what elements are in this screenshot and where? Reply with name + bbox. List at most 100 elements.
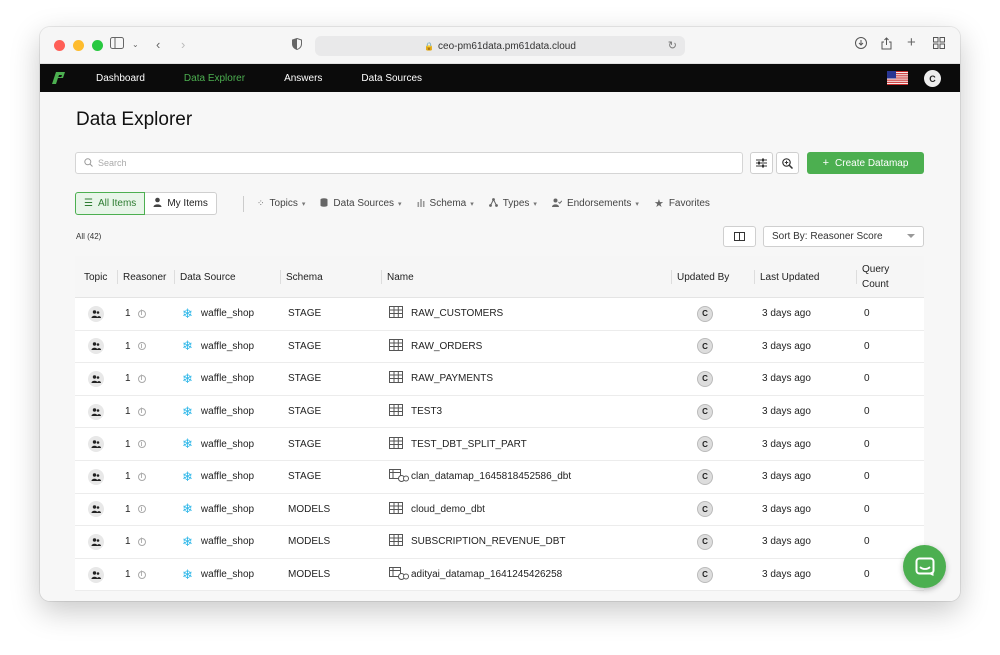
table-row[interactable]: 1 i ❄ waffle_shop MODELS cloud_demo_dbt C 3 day… (75, 494, 924, 527)
favorites-filter[interactable]: ★ Favorites (654, 197, 710, 210)
updated-by-avatar[interactable]: C (697, 305, 713, 322)
sidebar-toggle-icon[interactable] (110, 37, 124, 53)
app-logo[interactable] (50, 70, 68, 86)
table-row[interactable]: 1 i ❄ waffle_shop MODELS adityai_datamap_1641… (75, 559, 924, 592)
table-row[interactable]: 1 i ❄ waffle_shop STAGE RAW_CUSTOMERS C 3 days … (75, 298, 924, 331)
info-icon[interactable]: i (137, 342, 146, 351)
topic-users-icon[interactable] (88, 338, 104, 355)
my-items-tab[interactable]: My Items (145, 192, 217, 215)
item-name[interactable]: TEST_DBT_SPLIT_PART (411, 439, 527, 450)
updated-by-avatar[interactable]: C (697, 468, 713, 485)
updated-by-avatar[interactable]: C (697, 370, 713, 387)
info-icon[interactable]: i (137, 537, 146, 546)
chevron-down-icon[interactable]: ⌄ (132, 37, 139, 53)
create-datamap-button[interactable]: + Create Datamap (807, 152, 924, 174)
data-source-name[interactable]: waffle_shop (201, 439, 254, 450)
info-icon[interactable]: i (137, 440, 146, 449)
close-window-button[interactable] (54, 40, 65, 51)
reload-icon[interactable]: ↻ (668, 39, 677, 52)
data-source-name[interactable]: waffle_shop (201, 341, 254, 352)
topics-filter[interactable]: ⁘ Topics ▾ (257, 198, 305, 209)
updated-by-avatar[interactable]: C (697, 566, 713, 583)
forward-arrow-icon[interactable]: › (181, 37, 185, 53)
data-source-name[interactable]: waffle_shop (201, 373, 254, 384)
data-source-name[interactable]: waffle_shop (201, 406, 254, 417)
nav-data-sources[interactable]: Data Sources (361, 73, 422, 84)
data-source-name[interactable]: waffle_shop (201, 569, 254, 580)
header-name[interactable]: Name (381, 256, 414, 298)
updated-by-avatar[interactable]: C (697, 403, 713, 420)
topic-users-icon[interactable] (88, 566, 104, 583)
nav-data-explorer[interactable]: Data Explorer (184, 73, 245, 84)
topic-users-icon[interactable] (88, 436, 104, 453)
topic-users-icon[interactable] (88, 468, 104, 485)
header-topic[interactable]: Topic (84, 256, 107, 298)
search-box[interactable] (75, 152, 743, 174)
download-icon[interactable] (855, 37, 867, 53)
info-icon[interactable]: i (137, 472, 146, 481)
item-name[interactable]: SUBSCRIPTION_REVENUE_DBT (411, 536, 565, 547)
topic-users-icon[interactable] (88, 533, 104, 550)
back-arrow-icon[interactable]: ‹ (156, 37, 160, 53)
data-source-name[interactable]: waffle_shop (201, 471, 254, 482)
table-row[interactable]: 1 i ❄ waffle_shop MODELS SUBSCRIPTION_REVENUE… (75, 526, 924, 559)
table-row[interactable]: 1 i ❄ waffle_shop STAGE RAW_ORDERS C 3 days ago… (75, 331, 924, 364)
table-row[interactable]: 1 i ❄ waffle_shop STAGE clan_datamap_16458184… (75, 461, 924, 494)
info-icon[interactable]: i (137, 407, 146, 416)
topic-users-icon[interactable] (88, 501, 104, 518)
data-sources-filter[interactable]: Data Sources ▾ (320, 198, 402, 209)
header-data-source[interactable]: Data Source (174, 256, 236, 298)
tab-overview-icon[interactable] (933, 37, 945, 53)
updated-by-avatar[interactable]: C (697, 436, 713, 453)
header-schema[interactable]: Schema (280, 256, 323, 298)
address-bar[interactable]: 🔒 ceo-pm61data.pm61data.cloud ↻ (315, 36, 685, 56)
schema-filter[interactable]: Schema ▾ (417, 198, 474, 209)
table-row[interactable]: 1 i ❄ waffle_shop STAGE TEST3 C 3 days ago 0 (75, 396, 924, 429)
nav-answers[interactable]: Answers (284, 73, 322, 84)
search-input[interactable] (98, 158, 698, 168)
shield-icon[interactable] (292, 37, 302, 54)
topic-users-icon[interactable] (88, 370, 104, 387)
user-avatar[interactable]: C (924, 70, 941, 87)
types-filter[interactable]: Types ▾ (488, 198, 537, 209)
filter-settings-button[interactable] (750, 152, 773, 174)
data-source-name[interactable]: waffle_shop (201, 308, 254, 319)
header-reasoner[interactable]: Reasoner (116, 256, 166, 298)
info-icon[interactable]: i (137, 570, 146, 579)
new-tab-icon[interactable]: + (907, 35, 916, 51)
topic-users-icon[interactable] (88, 305, 104, 322)
endorsements-filter[interactable]: Endorsements ▾ (551, 198, 639, 209)
header-query-count[interactable]: Query Count (855, 256, 889, 298)
all-items-tab[interactable]: ☰ All Items (75, 192, 146, 215)
table-row[interactable]: 1 i ❄ waffle_shop STAGE TEST_DBT_SPLIT_PART C 3… (75, 428, 924, 461)
header-last-updated[interactable]: Last Updated (754, 256, 820, 298)
table-row[interactable]: 1 i ❄ waffle_shop STAGE RAW_PAYMENTS C 3 days a… (75, 363, 924, 396)
updated-by-avatar[interactable]: C (697, 533, 713, 550)
share-icon[interactable] (881, 37, 892, 54)
maximize-window-button[interactable] (92, 40, 103, 51)
item-name[interactable]: TEST3 (411, 406, 442, 417)
info-icon[interactable]: i (137, 505, 146, 514)
us-flag-icon[interactable] (887, 71, 908, 85)
header-updated-by[interactable]: Updated By (670, 256, 729, 298)
topic-users-icon[interactable] (88, 403, 104, 420)
minimize-window-button[interactable] (73, 40, 84, 51)
data-sources-filter-label: Data Sources (333, 198, 395, 209)
item-name[interactable]: RAW_PAYMENTS (411, 373, 493, 384)
nav-dashboard[interactable]: Dashboard (96, 73, 145, 84)
data-source-name[interactable]: waffle_shop (201, 536, 254, 547)
item-name[interactable]: clan_datamap_1645818452586_dbt (411, 471, 571, 482)
columns-toggle-button[interactable] (723, 226, 756, 247)
advanced-search-button[interactable] (776, 152, 799, 174)
updated-by-avatar[interactable]: C (697, 501, 713, 518)
updated-by-avatar[interactable]: C (697, 338, 713, 355)
item-name[interactable]: RAW_ORDERS (411, 341, 482, 352)
data-source-name[interactable]: waffle_shop (201, 504, 254, 515)
sort-select[interactable]: Sort By: Reasoner Score (763, 226, 924, 247)
info-icon[interactable]: i (137, 309, 146, 318)
info-icon[interactable]: i (137, 374, 146, 383)
item-name[interactable]: RAW_CUSTOMERS (411, 308, 503, 319)
chat-launcher-button[interactable] (903, 545, 946, 588)
item-name[interactable]: cloud_demo_dbt (411, 504, 485, 515)
item-name[interactable]: adityai_datamap_1641245426258 (411, 569, 562, 580)
